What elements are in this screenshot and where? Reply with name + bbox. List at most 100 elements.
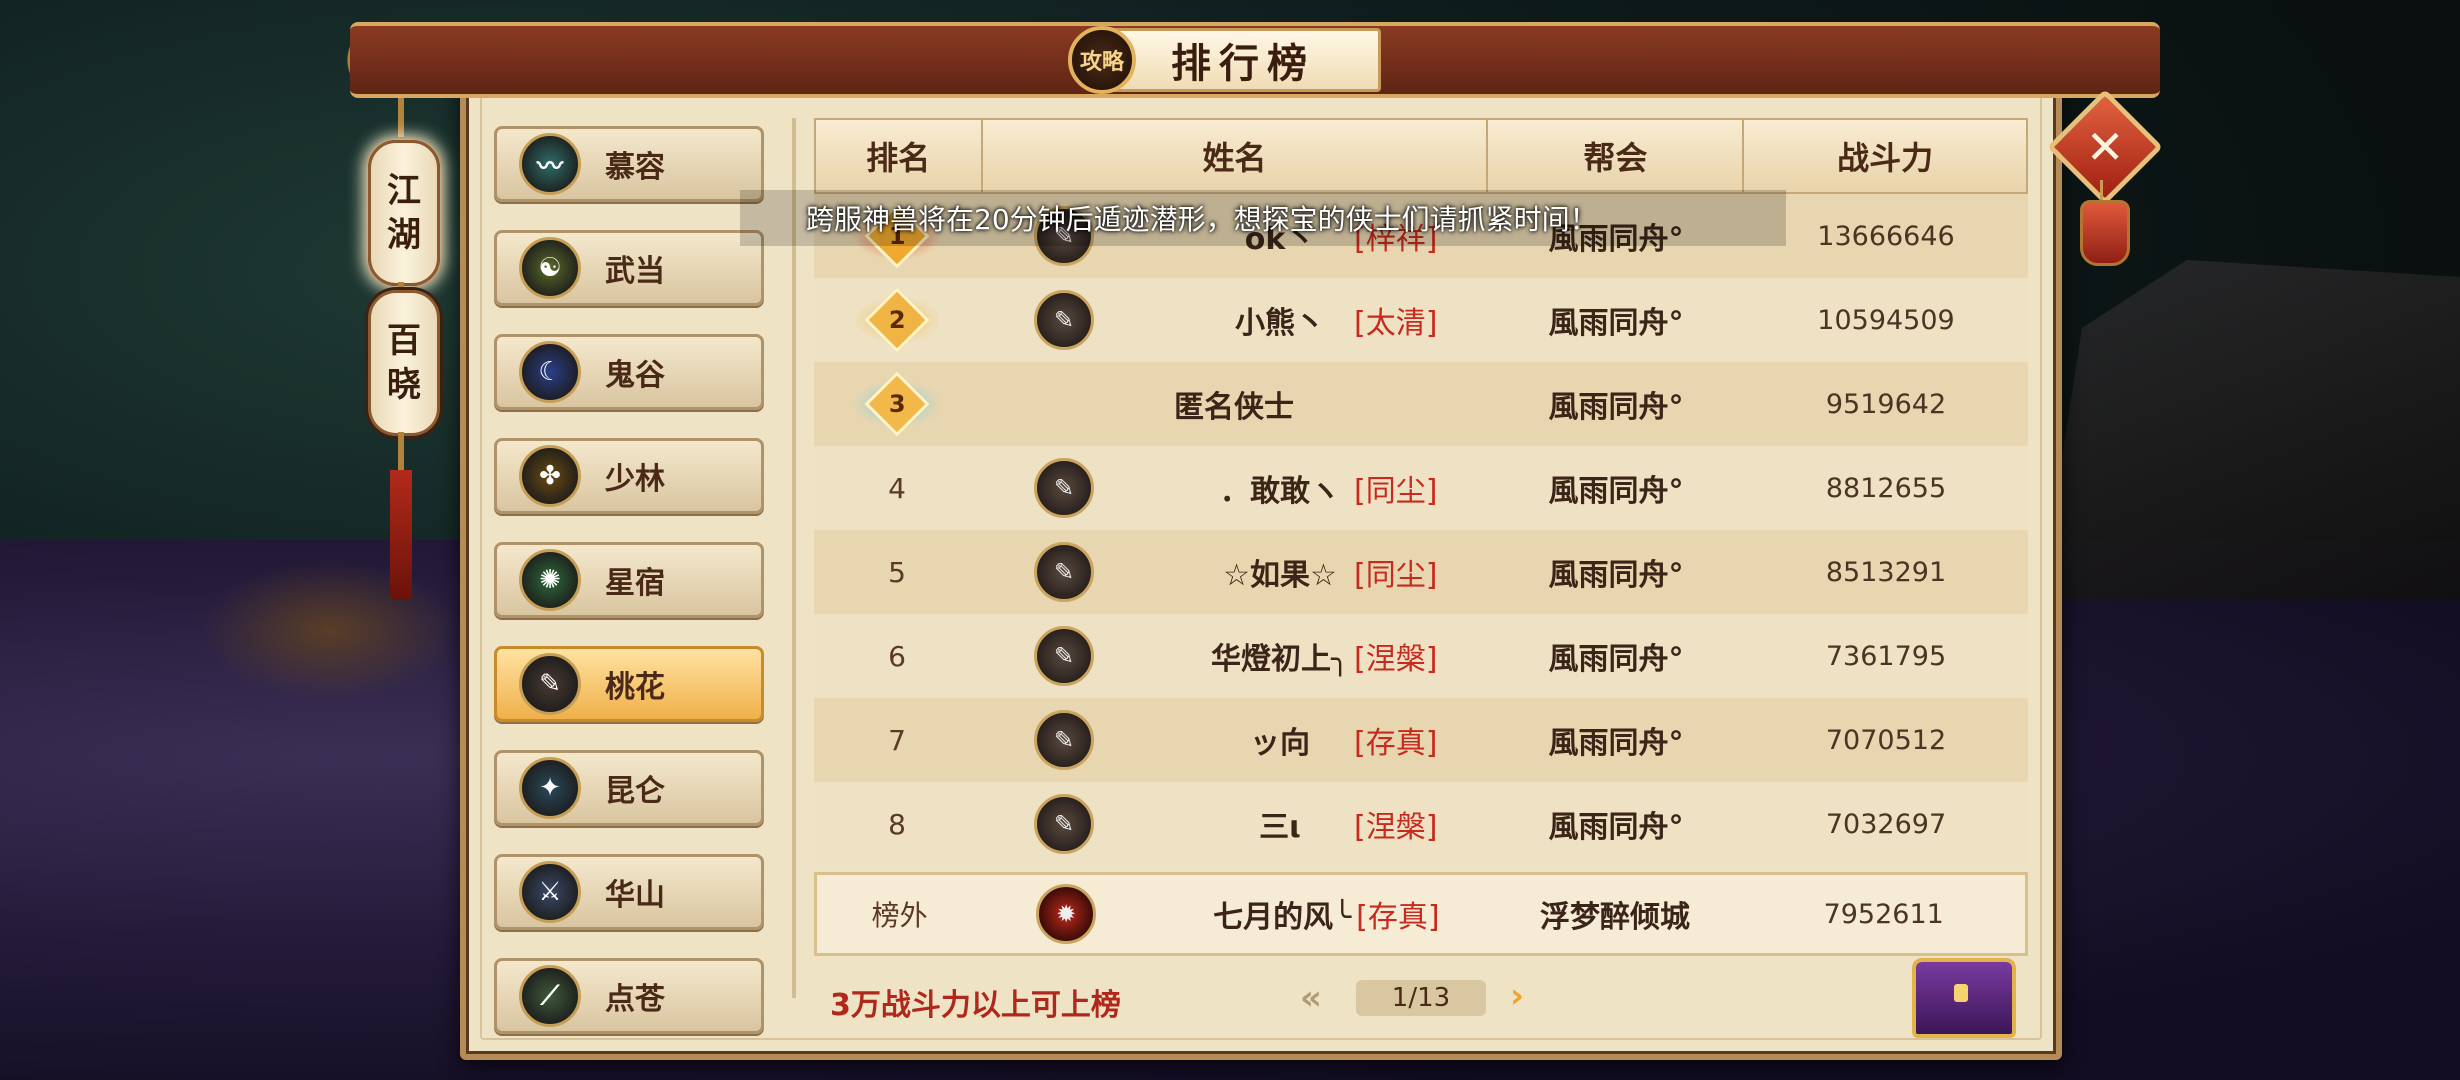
name-cell: ✎ 华燈初上╮ [涅槃] <box>980 614 1488 698</box>
table-row[interactable]: 6 ✎ 华燈初上╮ [涅槃] 風雨同舟° 7361795 <box>814 614 2028 698</box>
tab-jianghu-label-top: 江 <box>387 171 421 211</box>
shaolin-emblem-icon: ✤ <box>519 445 581 507</box>
sect-item-8[interactable]: ⟋ 点苍 <box>494 958 764 1034</box>
player-title-tag: [存真] <box>1356 900 1440 935</box>
table-row[interactable]: 5 ✎ ☆如果☆ [同尘] 風雨同舟° 8513291 <box>814 530 2028 614</box>
sect-item-0[interactable]: 〰慕容 <box>494 126 764 202</box>
player-name: 七月的风╰ <box>1213 900 1352 935</box>
rank-cell: 7 <box>814 698 980 782</box>
guild-cell: 風雨同舟° <box>1488 278 1744 362</box>
tab-cord <box>398 432 404 472</box>
lantern-string <box>2100 180 2103 202</box>
rank-cell: 5 <box>814 530 980 614</box>
player-title-tag: [涅槃] <box>1354 642 1438 677</box>
player-title-tag: [同尘] <box>1354 558 1438 593</box>
rank-number: 5 <box>888 555 906 589</box>
sect-list: 〰慕容 ☯ 武当 ☾ 鬼谷 ✤ 少林 ✺ 星宿 ✎ 桃花 ✦ 昆仑 ⚔ 华山 ⟋ 点苍 <box>494 126 764 1062</box>
tab-baixiao[interactable]: 百 晓 <box>368 290 440 436</box>
power-cell: 7361795 <box>1744 614 2028 698</box>
header-guild: 帮会 <box>1488 120 1745 192</box>
prev-page-button[interactable]: « <box>1300 978 1322 1018</box>
table-row[interactable]: 7 ✎ ッ向 [存真] 風雨同舟° 7070512 <box>814 698 2028 782</box>
xingxiu-emblem-icon: ✺ <box>519 549 581 611</box>
ranking-tip: 3万战斗力以上可上榜 <box>830 988 1121 1023</box>
power-cell: 8513291 <box>1744 530 2028 614</box>
kunlun-emblem-icon: ✦ <box>519 757 581 819</box>
sect-item-3[interactable]: ✤ 少林 <box>494 438 764 514</box>
guild-name: 風雨同舟° <box>1548 642 1684 677</box>
guild-name: 風雨同舟° <box>1548 726 1684 761</box>
guigu-emblem-icon: ☾ <box>519 341 581 403</box>
name-cell: ✎ ッ向 [存真] <box>980 698 1488 782</box>
power-cell: 7070512 <box>1744 698 2028 782</box>
guide-medal-text: 攻略 <box>1079 49 1124 75</box>
guide-medal-icon[interactable]: 攻略 <box>1068 26 1136 94</box>
player-name: 华燈初上╮ <box>1210 642 1350 677</box>
guild-name: 風雨同舟° <box>1548 810 1684 845</box>
taohua-avatar-icon: ✎ <box>1034 794 1094 854</box>
guild-name: 風雨同舟° <box>1548 390 1684 425</box>
header-rank: 排名 <box>816 120 983 192</box>
server-notice: 跨服神兽将在20分钟后遁迹潜形，想探宝的侠士们请抓紧时间！ <box>740 190 1786 246</box>
power-value: 7952611 <box>1823 898 1944 930</box>
rank-number: 4 <box>888 471 906 505</box>
sect-item-5[interactable]: ✎ 桃花 <box>494 646 764 722</box>
sect-item-2[interactable]: ☾ 鬼谷 <box>494 334 764 410</box>
taohua-avatar-icon: ✎ <box>1034 290 1094 350</box>
table-row[interactable]: 8 ✎ 三ι [涅槃] 風雨同舟° 7032697 <box>814 782 2028 866</box>
next-page-button[interactable]: › <box>1510 976 1524 1016</box>
power-value: 7361795 <box>1825 640 1947 672</box>
sect-item-1[interactable]: ☯ 武当 <box>494 230 764 306</box>
rank-number: 8 <box>888 807 906 841</box>
sect-item-7[interactable]: ⚔ 华山 <box>494 854 764 930</box>
self-rank-row[interactable]: 榜外 ✹ 七月的风╰ [存真] 浮梦醉倾城 7952611 <box>814 872 2028 956</box>
guild-cell: 風雨同舟° <box>1488 614 1744 698</box>
guild-cell: 風雨同舟° <box>1488 446 1744 530</box>
guild-name: 風雨同舟° <box>1548 306 1684 341</box>
player-title-tag: [同尘] <box>1354 474 1438 509</box>
power-cell: 13666646 <box>1744 194 2028 278</box>
treasure-chest-icon[interactable] <box>1912 958 2016 1038</box>
taohua-emblem-icon: ✎ <box>519 653 581 715</box>
guild-cell: 風雨同舟° <box>1488 698 1744 782</box>
tab-jianghu[interactable]: 江 湖 <box>368 140 440 286</box>
power-value: 7070512 <box>1825 724 1947 756</box>
table-row[interactable]: 4 ✎ ．敢敢ヽ [同尘] 風雨同舟° 8812655 <box>814 446 2028 530</box>
title-plate: 排行榜 <box>1105 28 1381 92</box>
taohua-avatar-icon: ✎ <box>1034 626 1094 686</box>
sect-item-6[interactable]: ✦ 昆仑 <box>494 750 764 826</box>
rank-number: 2 <box>888 305 906 334</box>
guild-cell: 風雨同舟° <box>1488 530 1744 614</box>
power-cell: 10594509 <box>1744 278 2028 362</box>
rank-badge-icon: 2 <box>852 287 942 353</box>
power-value: 10594509 <box>1817 304 1955 336</box>
table-body: 1 ✎ ok丶 [梓祥] 風雨同舟° 13666646 2 ✎ 小熊丶 [太清] 風雨同舟° 1059… <box>814 194 2028 866</box>
close-button[interactable]: ✕ <box>2047 89 2163 205</box>
sect-label: 昆仑 <box>605 774 665 809</box>
rank-number: 7 <box>888 723 906 757</box>
player-title-tag: [涅槃] <box>1354 810 1438 845</box>
close-icon: ✕ <box>2085 119 2125 174</box>
murong-emblem-icon: 〰 <box>519 133 581 195</box>
table-row[interactable]: 榜外 ✹ 七月的风╰ [存真] 浮梦醉倾城 7952611 <box>814 872 2028 956</box>
name-cell: ✎ 小熊丶 [太清] <box>980 278 1488 362</box>
player-name: 匿名侠士 <box>1174 390 1294 425</box>
rank-cell: 榜外 <box>817 875 982 953</box>
page-title: 排行榜 <box>1171 40 1315 87</box>
sect-item-4[interactable]: ✺ 星宿 <box>494 542 764 618</box>
huashan-emblem-icon: ⚔ <box>519 861 581 923</box>
table-row[interactable]: 2 ✎ 小熊丶 [太清] 風雨同舟° 10594509 <box>814 278 2028 362</box>
diancang-emblem-icon: ⟋ <box>519 965 581 1027</box>
tab-baixiao-label-top: 百 <box>387 321 421 361</box>
name-cell: ✎ ．敢敢ヽ [同尘] <box>980 446 1488 530</box>
power-cell: 8812655 <box>1744 446 2028 530</box>
power-cell: 9519642 <box>1744 362 2028 446</box>
wudang-emblem-icon: ☯ <box>519 237 581 299</box>
table-row[interactable]: 3 匿名侠士 風雨同舟° 9519642 <box>814 362 2028 446</box>
rank-cell: 3 <box>814 362 980 446</box>
sect-label: 华山 <box>605 878 665 913</box>
sect-label: 武当 <box>605 254 665 289</box>
player-name: 小熊丶 <box>1235 306 1325 341</box>
player-name: ッ向 <box>1250 726 1310 761</box>
rank-badge-icon: 3 <box>852 371 942 437</box>
